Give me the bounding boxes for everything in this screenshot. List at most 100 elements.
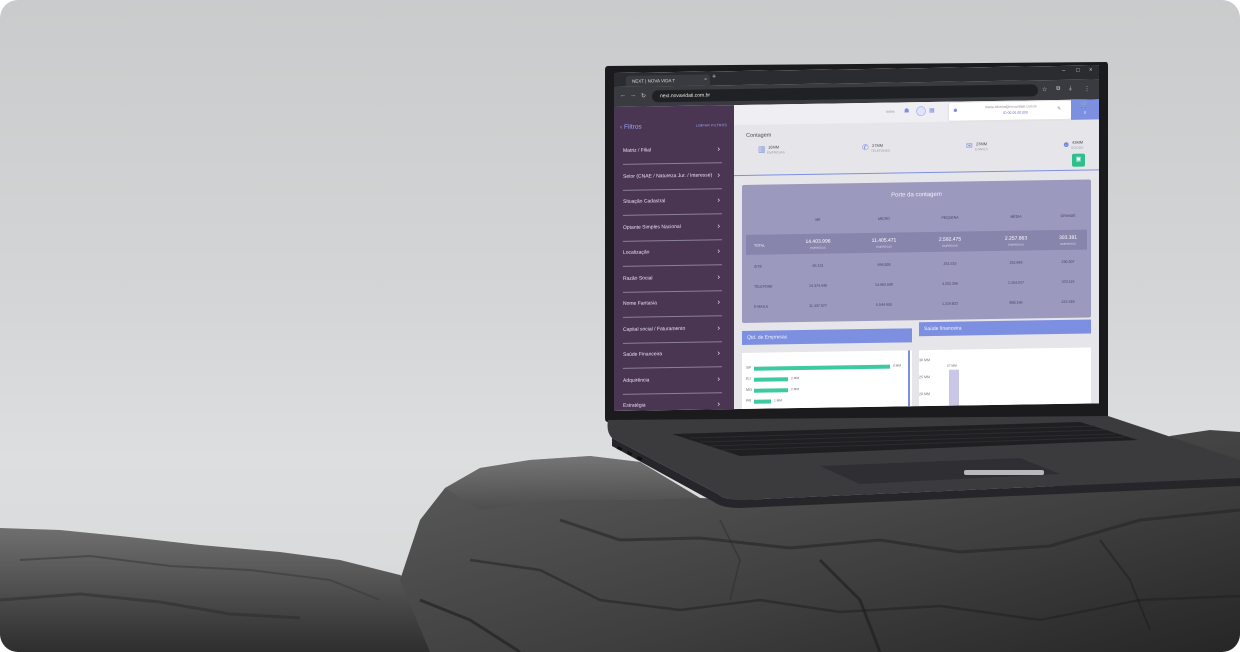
people-icon[interactable]: ☗ bbox=[904, 107, 909, 114]
chart-bar[interactable] bbox=[754, 399, 771, 404]
count-label: E-MAILS bbox=[975, 147, 988, 152]
grid-icon[interactable]: ▦ bbox=[929, 107, 935, 114]
sidebar-item[interactable]: Razão Social › bbox=[623, 264, 722, 293]
window-close-button[interactable]: × bbox=[1089, 67, 1093, 73]
toggle-switch[interactable] bbox=[916, 106, 926, 117]
bar-value-label: 1 MM bbox=[774, 398, 782, 403]
y-tick-label: 30 MM bbox=[919, 358, 930, 363]
table-cell: 858.196 bbox=[1009, 300, 1023, 305]
new-tab-button[interactable]: + bbox=[712, 73, 716, 80]
column-header: ME bbox=[815, 217, 821, 222]
forward-icon[interactable]: → bbox=[630, 93, 636, 99]
chevron-right-icon: › bbox=[717, 271, 720, 281]
bar-value-label: 8 MM bbox=[893, 363, 901, 368]
chevron-right-icon: › bbox=[717, 297, 720, 307]
bar-category-label: SP bbox=[746, 365, 752, 370]
count-label: TELEFONES bbox=[871, 148, 890, 153]
product-photo-scene: NEXT | NOVA VIDA T × + – □ × ← → ↻ next.… bbox=[0, 0, 1240, 652]
bar-value-label: 2 MM bbox=[791, 376, 799, 381]
chart-bar[interactable] bbox=[754, 364, 890, 371]
chart-bar[interactable] bbox=[754, 388, 788, 393]
table-cell: 696.828 bbox=[877, 262, 891, 267]
laptop-screen: NEXT | NOVA VIDA T × + – □ × ← → ↻ next.… bbox=[614, 65, 1099, 411]
table-cell: 1.219.822 bbox=[942, 301, 958, 306]
cart-icon: 🛒 bbox=[1080, 101, 1089, 109]
reload-icon[interactable]: ↻ bbox=[641, 92, 646, 99]
chevron-right-icon: › bbox=[717, 373, 720, 383]
chevron-right-icon: › bbox=[717, 144, 720, 154]
clear-filters-link[interactable]: LIMPAR FILTROS bbox=[696, 123, 727, 127]
count-number: 43MM bbox=[1072, 139, 1084, 145]
sidebar-item-label: Estratégia bbox=[623, 402, 646, 409]
company-size-title: Porte da contagem bbox=[891, 191, 942, 199]
save-button[interactable]: ▣ bbox=[1072, 153, 1085, 167]
sidebar-item[interactable]: Setor (CNAE / Natureza Jur. / Interesse)… bbox=[623, 162, 722, 191]
filter-sidebar: ‹ Filtros LIMPAR FILTROS Matriz / Filial… bbox=[614, 105, 734, 411]
count-number: 27MM bbox=[872, 142, 884, 148]
company-size-table: Porte da contagem ME MICRO PEQUENA MÉDIA GRA… bbox=[742, 179, 1091, 323]
cart-button[interactable]: 🛒 0 bbox=[1071, 99, 1099, 120]
column-header: MÉDIA bbox=[1010, 214, 1022, 219]
sidebar-item-label: Situação Cadastral bbox=[623, 198, 666, 205]
building-icon: ▥ bbox=[758, 144, 766, 154]
sidebar-item-label: Capital social / Faturamento bbox=[623, 325, 686, 333]
user-menu-icon[interactable]: ✎ bbox=[1057, 106, 1061, 112]
table-cell: 251.515 bbox=[943, 261, 957, 266]
menu-icon[interactable]: ⋮ bbox=[1084, 86, 1090, 93]
close-icon[interactable]: × bbox=[704, 75, 707, 86]
user-id: ID 00.00.00.000 bbox=[1003, 110, 1028, 115]
count-number: 23MM bbox=[976, 141, 988, 147]
sidebar-item[interactable]: Adquirência › bbox=[623, 366, 722, 395]
filters-heading[interactable]: ‹ Filtros bbox=[620, 124, 642, 131]
main-content: todos ☗ ▦ ● maria.oliveira@novavidati.co… bbox=[734, 99, 1099, 410]
count-label: SÓCIOS bbox=[1071, 145, 1084, 150]
sidebar-item[interactable]: Estratégia › bbox=[623, 392, 722, 411]
column-header: PEQUENA bbox=[941, 215, 959, 220]
maximize-button[interactable]: □ bbox=[1076, 68, 1080, 74]
sidebar-item[interactable]: Saúde Financeira › bbox=[623, 341, 722, 369]
sidebar-item-label: Setor (CNAE / Natureza Jur. / Interesse) bbox=[623, 171, 713, 180]
financial-bar-chart: 30 MM 25 MM 20 MM 27 MM bbox=[919, 347, 1091, 410]
back-icon[interactable]: ← bbox=[620, 93, 626, 99]
column-header: MICRO bbox=[878, 216, 890, 221]
table-cell: 11.437.977 bbox=[809, 303, 827, 308]
minimize-button[interactable]: – bbox=[1062, 68, 1065, 74]
row-label: TOTAL bbox=[754, 243, 765, 248]
table-cell: 11.405.471 bbox=[871, 237, 897, 244]
url-field[interactable]: next.novavidati.com.br bbox=[652, 84, 1038, 103]
table-cell-caption: EMPRESAS bbox=[1060, 241, 1076, 246]
chart-bar[interactable] bbox=[949, 369, 959, 410]
companies-panel-header: Qtd. de Empresas bbox=[742, 328, 912, 345]
star-icon[interactable]: ☆ bbox=[1042, 86, 1047, 93]
download-icon[interactable]: ⤓ bbox=[1069, 86, 1072, 93]
table-cell: 221.918 bbox=[1061, 299, 1075, 304]
extensions-icon[interactable]: ⧉ bbox=[1056, 86, 1060, 93]
sidebar-item[interactable]: Capital social / Faturamento › bbox=[623, 315, 722, 344]
sidebar-item[interactable]: Localização › bbox=[623, 239, 722, 267]
sidebar-item[interactable]: Optante Simples Nacional › bbox=[623, 213, 722, 242]
bar-category-label: PR bbox=[746, 398, 752, 403]
user-card[interactable]: ● maria.oliveira@novavidati.com.br ID 00… bbox=[949, 100, 1071, 121]
table-cell: 1.154.517 bbox=[1008, 280, 1024, 285]
sidebar-item-label: Razão Social bbox=[623, 274, 653, 282]
scrollbar[interactable] bbox=[908, 350, 910, 410]
filter-toggle-label: todos bbox=[886, 109, 895, 114]
sidebar-item[interactable]: Situação Cadastral › bbox=[623, 188, 722, 216]
cart-count: 0 bbox=[1084, 110, 1086, 115]
y-tick-label: 20 MM bbox=[919, 392, 930, 397]
sidebar-item[interactable]: Matriz / Filial › bbox=[623, 137, 722, 165]
chart-bar[interactable] bbox=[754, 377, 788, 382]
tab-title: NEXT | NOVA VIDA T bbox=[632, 78, 676, 84]
user-email: maria.oliveira@novavidati.com.br bbox=[985, 104, 1037, 110]
mail-icon: ✉ bbox=[966, 141, 973, 151]
y-tick-label: 25 MM bbox=[919, 375, 930, 380]
table-cell: 303.381 bbox=[1058, 234, 1078, 242]
user-avatar-icon: ● bbox=[953, 105, 958, 115]
chevron-right-icon: › bbox=[717, 220, 720, 230]
financial-panel-header: Saúde financeira bbox=[919, 319, 1091, 337]
table-cell: 252.843 bbox=[1009, 260, 1023, 265]
sidebar-item-label: Matriz / Filial bbox=[623, 147, 652, 154]
save-icon: ▣ bbox=[1075, 156, 1082, 163]
bar-value-label: 2 MM bbox=[791, 387, 799, 392]
sidebar-item[interactable]: Nome Fantasia › bbox=[623, 290, 722, 318]
